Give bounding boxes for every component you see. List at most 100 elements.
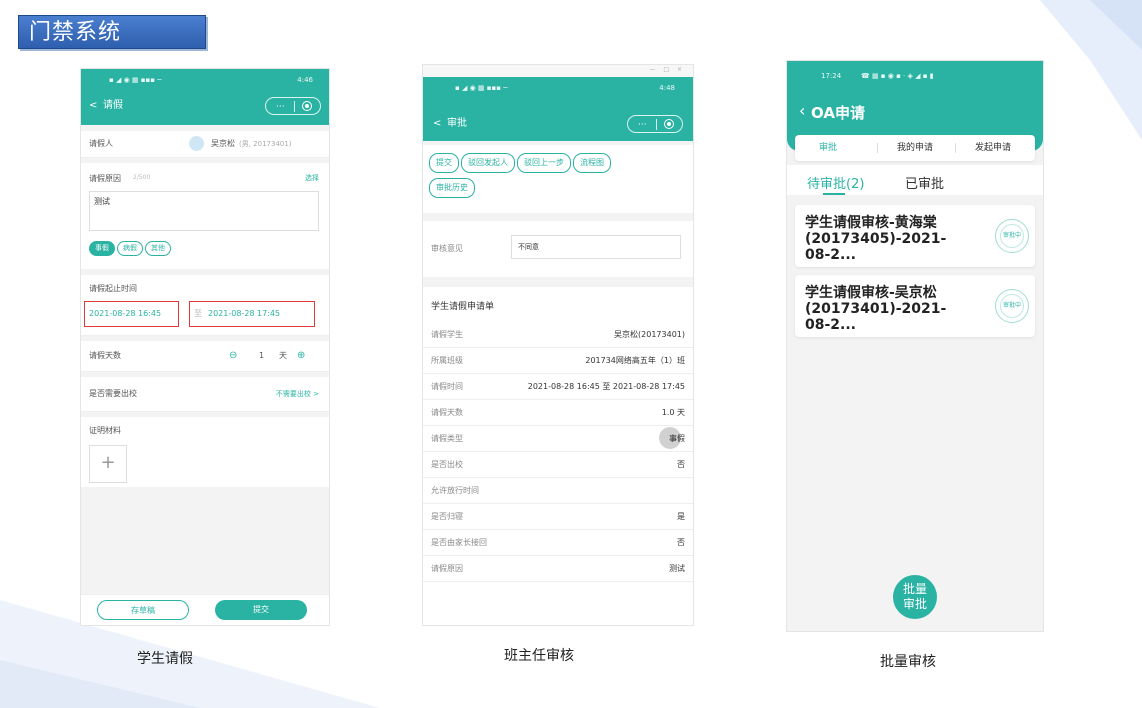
tab-approve[interactable]: 审批 [819, 135, 837, 161]
action-reject-initiator-button[interactable]: 驳回发起人 [461, 153, 515, 173]
reason-label: 请假原因 [89, 174, 121, 183]
back-icon[interactable]: ‹ [799, 97, 805, 125]
form-row: 是否归寝是 [423, 504, 693, 530]
form-row: 请假原因 测试 [423, 556, 693, 582]
end-time-field[interactable]: 至 2021-08-28 17:45 [189, 301, 315, 327]
more-icon[interactable]: ··· [276, 98, 285, 116]
page-title: 门禁系统 [18, 15, 206, 49]
applicant-name: 吴京松 [211, 139, 235, 148]
caption-leave-request: 学生请假 [137, 651, 193, 667]
applicant-label: 请假人 [89, 139, 113, 148]
phone-batch-approval: 17:24 ☎ ▦ ▪ ◉ ▪ · ◈ ◢ ▪ ▮ ‹ OA申请 审批 我的申请… [786, 60, 1044, 632]
form-row: 所属班级 201734网络高五年（1）班 [423, 348, 693, 374]
form-row: 是否由家长接回否 [423, 530, 693, 556]
reason-select-link[interactable]: 选择 [305, 173, 319, 183]
reason-section: 请假原因 2/500 选择 测试 事假 病假 其他 [81, 163, 329, 269]
days-plus-button[interactable]: ⊕ [297, 341, 305, 371]
mini-program-capsule[interactable]: ··· [627, 115, 683, 133]
tab-my-requests[interactable]: 我的申请 [897, 135, 933, 161]
form-row: 请假学生 吴京松(20173401) [423, 322, 693, 348]
touch-indicator [659, 427, 681, 449]
reason-text: 测试 [94, 197, 110, 206]
period-section: 请假起止时间 2021-08-28 16:45 至 2021-08-28 17:4… [81, 275, 329, 336]
days-unit: 天 [279, 351, 287, 360]
days-value: 1 [259, 351, 265, 360]
save-draft-button[interactable]: 存草稿 [97, 600, 189, 620]
days-label: 请假天数 [89, 351, 121, 360]
status-icons: ▪ ◢ ◉ ▦ ▪▪▪ ─ [455, 84, 508, 92]
leave-school-label: 是否需要出校 [89, 389, 137, 398]
tab-bar: 审批 我的申请 发起申请 [795, 135, 1035, 161]
status-bar: ▪ ◢ ◉ ▦ ▪▪▪ ─ 4:46 [81, 71, 329, 89]
leave-type-personal[interactable]: 事假 [89, 241, 115, 256]
action-submit-button[interactable]: 提交 [429, 153, 459, 173]
back-icon[interactable]: < [433, 113, 441, 135]
nav-title: 审批 [447, 118, 467, 129]
window-controls[interactable]: — □ × [649, 66, 685, 73]
status-stamp: 审批中 [995, 289, 1029, 323]
status-time: 17:24 [821, 72, 842, 80]
proof-label: 证明材料 [89, 426, 121, 435]
subtab-bar: 待审批(2) 已审批 [787, 165, 1043, 195]
close-miniprogram-icon[interactable] [664, 119, 674, 129]
form-row: 是否出校否 [423, 452, 693, 478]
form-section: 学生请假申请单 请假学生 吴京松(20173401) 所属班级 201734网络高五… [423, 287, 693, 625]
status-time: 4:46 [297, 76, 313, 84]
close-miniprogram-icon[interactable] [302, 101, 312, 111]
nav-bar: ‹ OA申请 [787, 97, 1043, 125]
mini-program-capsule[interactable]: ··· [265, 97, 321, 115]
leave-type-other[interactable]: 其他 [145, 241, 171, 256]
form-row: 请假天数 1.0 天 [423, 400, 693, 426]
opinion-label: 审核意见 [431, 244, 463, 253]
subtab-pending[interactable]: 待审批(2) [807, 173, 864, 192]
status-bar: 17:24 ☎ ▦ ▪ ◉ ▪ · ◈ ◢ ▪ ▮ [787, 67, 1043, 85]
action-buttons: 提交 驳回发起人 驳回上一步 流程图审批历史 [423, 145, 693, 213]
proof-section: 证明材料 + [81, 417, 329, 487]
days-minus-button[interactable]: ⊖ [229, 341, 237, 371]
back-icon[interactable]: < [89, 95, 97, 117]
start-time-field[interactable]: 2021-08-28 16:45 [84, 301, 179, 327]
applicant-row: 请假人 吴京松 (男, 20173401) [81, 131, 329, 158]
bottom-action-bar: 存草稿 提交 [81, 594, 329, 625]
subtab-approved[interactable]: 已审批 [905, 173, 944, 192]
leave-type-sick[interactable]: 病假 [117, 241, 143, 256]
action-reject-previous-button[interactable]: 驳回上一步 [517, 153, 571, 173]
batch-approve-button[interactable]: 批量审批 [893, 575, 937, 619]
status-icons: ☎ ▦ ▪ ◉ ▪ · ◈ ◢ ▪ ▮ [861, 72, 934, 80]
opinion-input[interactable]: 不同意 [511, 235, 681, 259]
nav-bar: < 审批 ··· [423, 113, 693, 135]
section-title: 学生请假申请单 [431, 302, 495, 312]
leave-school-value: 不需要出校 > [275, 390, 319, 398]
status-time: 4:48 [659, 84, 675, 92]
form-row: 请假时间 2021-08-28 16:45 至 2021-08-28 17:45 [423, 374, 693, 400]
reason-counter: 2/500 [133, 174, 151, 181]
add-icon: + [100, 452, 116, 473]
submit-button[interactable]: 提交 [215, 600, 307, 620]
nav-title: 请假 [103, 100, 123, 111]
phone-approval: — □ × ▪ ◢ ◉ ▦ ▪▪▪ ─ 4:48 < 审批 ··· 提交 驳回发起… [422, 64, 694, 626]
applicant-extra: (男, 20173401) [239, 140, 292, 148]
action-history-button[interactable]: 审批历史 [429, 178, 475, 198]
avatar [189, 136, 204, 151]
approval-card[interactable]: 学生请假审核-吴京松(20173401)-2021-08-2... 审批中 [795, 275, 1035, 337]
caption-batch-review: 批量审核 [880, 654, 936, 670]
nav-bar: < 请假 ··· [81, 95, 329, 117]
status-bar: ▪ ◢ ◉ ▦ ▪▪▪ ─ 4:48 [423, 79, 693, 97]
window-titlebar: — □ × [423, 65, 693, 77]
phone-leave-request: ▪ ◢ ◉ ▦ ▪▪▪ ─ 4:46 < 请假 ··· 请假人 吴京松 (男, … [80, 68, 330, 626]
tab-new-request[interactable]: 发起申请 [975, 135, 1011, 161]
form-row: 允许放行时间 [423, 478, 693, 504]
leave-school-row[interactable]: 是否需要出校 不需要出校 > [81, 377, 329, 412]
status-icons: ▪ ◢ ◉ ▦ ▪▪▪ ─ [109, 76, 162, 84]
reason-textarea[interactable]: 测试 [89, 191, 319, 231]
period-label: 请假起止时间 [89, 284, 137, 293]
action-flowchart-button[interactable]: 流程图 [573, 153, 611, 173]
approval-card[interactable]: 学生请假审核-黄海棠(20173405)-2021-08-2... 审批中 [795, 205, 1035, 267]
form-row: 请假类型 事假 [423, 426, 693, 452]
add-proof-button[interactable]: + [89, 445, 127, 483]
more-icon[interactable]: ··· [638, 116, 647, 134]
caption-teacher-review: 班主任审核 [504, 648, 574, 664]
nav-title: OA申请 [811, 104, 865, 122]
days-row: 请假天数 ⊖ 1 天 ⊕ [81, 341, 329, 372]
end-prefix: 至 [194, 309, 202, 318]
